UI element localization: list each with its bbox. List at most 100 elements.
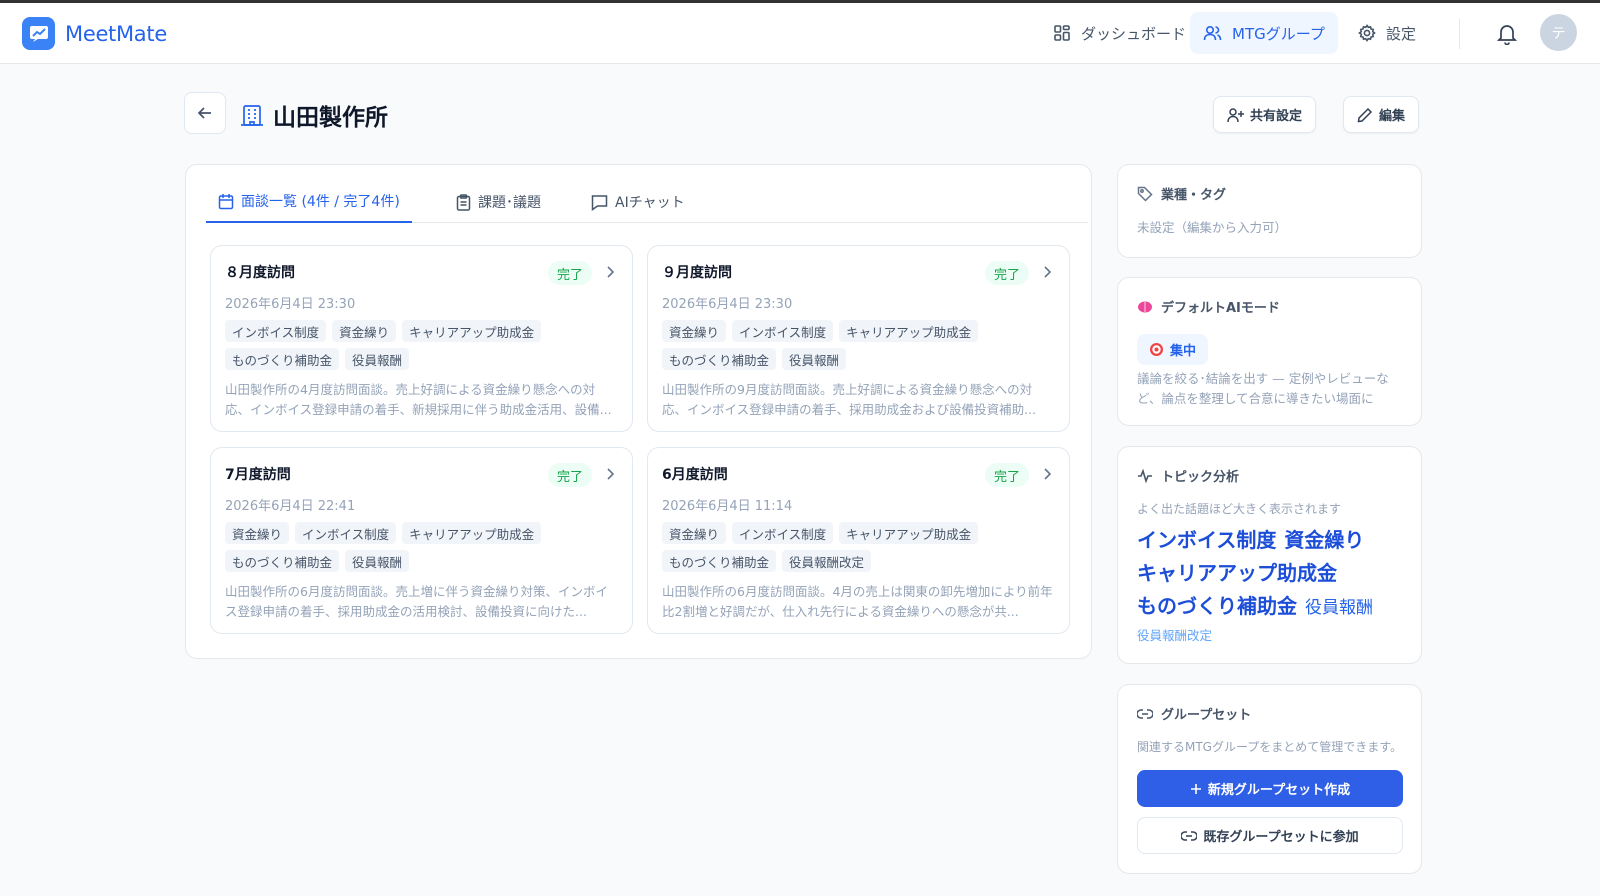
share-settings-label: 共有設定: [1250, 109, 1303, 124]
activity-icon: [1138, 468, 1152, 483]
share-settings-button[interactable]: 共有設定: [1213, 96, 1317, 133]
create-groupset-button[interactable]: 新規グループセット作成: [1137, 770, 1403, 807]
join-groupset-button[interactable]: 既存グループセットに参加: [1137, 817, 1403, 854]
topic-word[interactable]: ものづくり補助金: [1137, 590, 1297, 623]
chevron-right-icon: [1044, 266, 1052, 278]
link-icon: [1181, 830, 1198, 841]
app-header: MeetMate ダッシュボード MTGグループ 設定 テ: [0, 3, 1600, 64]
arrow-left-icon: [197, 107, 211, 119]
tab-issues-label: 課題･議題: [478, 195, 541, 211]
plus-icon: [1190, 783, 1201, 794]
topic-word[interactable]: インボイス制度: [1137, 524, 1276, 557]
meeting-date: 2026年6月4日 22:41: [225, 499, 356, 514]
meeting-title: 7月度訪問: [225, 467, 291, 483]
status-badge: 完了: [547, 261, 592, 285]
tab-issues[interactable]: 課題･議題: [444, 181, 553, 223]
meeting-summary: 山田製作所の6月度訪問面談。売上増に伴う資金繰り対策、インボイス登録申請の着手、…: [225, 584, 608, 619]
bell-icon[interactable]: [1497, 23, 1517, 45]
tag: ものづくり補助金: [662, 550, 777, 572]
tag: キャリアアップ助成金: [402, 522, 542, 544]
tab-ai-chat[interactable]: AIチャット: [579, 181, 697, 223]
tag: 役員報酬改定: [782, 550, 872, 572]
join-groupset-label: 既存グループセットに参加: [1203, 830, 1359, 845]
topic-analysis-card: トピック分析 よく出た話題ほど大きく表示されます インボイス制度 資金繰り キャリ…: [1117, 446, 1422, 664]
nav-settings[interactable]: 設定: [1345, 12, 1429, 54]
tag: 役員報酬: [345, 550, 410, 572]
meeting-card[interactable]: ９月度訪問 完了 2026年6月4日 23:30 資金繰り インボイス制度 キャ…: [647, 245, 1070, 432]
industry-empty-text: 未設定（編集から入力可）: [1137, 220, 1288, 235]
logo-icon: [22, 17, 55, 50]
topic-word[interactable]: 役員報酬: [1305, 592, 1373, 625]
tab-ai-chat-label: AIチャット: [615, 195, 685, 211]
tag: キャリアアップ助成金: [839, 320, 979, 342]
industry-heading-label: 業種・タグ: [1161, 188, 1227, 203]
topic-heading: トピック分析: [1137, 466, 1239, 485]
meeting-card[interactable]: 6月度訪問 完了 2026年6月4日 11:14 資金繰り インボイス制度 キャ…: [647, 447, 1070, 634]
ai-mode-description: 議論を絞る･結論を出す — 定例やレビューなど、論点を整理して合意に導きたい場面…: [1137, 371, 1389, 406]
ai-mode-heading: デフォルトAIモード: [1137, 297, 1280, 316]
tag: インボイス制度: [732, 522, 834, 544]
meeting-title: ９月度訪問: [662, 265, 732, 281]
tag-icon: [1137, 186, 1153, 202]
chat-icon: [591, 194, 608, 211]
industry-heading: 業種・タグ: [1137, 184, 1226, 203]
avatar[interactable]: テ: [1540, 14, 1577, 51]
tag: ものづくり補助金: [662, 348, 777, 370]
app-logo[interactable]: MeetMate: [22, 17, 167, 50]
tag: インボイス制度: [295, 522, 397, 544]
topic-heading-label: トピック分析: [1161, 470, 1240, 485]
meeting-date: 2026年6月4日 23:30: [225, 297, 356, 312]
nav-divider: [1459, 19, 1460, 49]
tag: インボイス制度: [732, 320, 834, 342]
brain-icon: [1138, 301, 1152, 312]
tag: 役員報酬: [782, 348, 847, 370]
topic-word[interactable]: キャリアアップ助成金: [1137, 557, 1337, 590]
edit-label: 編集: [1379, 109, 1406, 124]
back-button[interactable]: [184, 92, 226, 134]
nav-mtg-groups[interactable]: MTGグループ: [1190, 12, 1338, 54]
tag: キャリアアップ助成金: [402, 320, 542, 342]
tag: キャリアアップ助成金: [839, 522, 979, 544]
tag: 役員報酬: [345, 348, 410, 370]
tag-list: 資金繰り インボイス制度 キャリアアップ助成金 ものづくり補助金 役員報酬: [225, 522, 595, 572]
meeting-summary: 山田製作所の4月度訪問面談。売上好調による資金繰り懸念への対応、インボイス登録申…: [225, 382, 612, 417]
nav-dashboard-label: ダッシュボード: [1081, 24, 1187, 43]
topic-word-cloud: インボイス制度 資金繰り キャリアアップ助成金 ものづくり補助金 役員報酬 役員報酬…: [1137, 524, 1412, 647]
nav-dashboard[interactable]: ダッシュボード: [1040, 12, 1199, 54]
tag-list: インボイス制度 資金繰り キャリアアップ助成金 ものづくり補助金 役員報酬: [225, 320, 595, 370]
meeting-summary: 山田製作所の9月度訪問面談。売上好調による資金繰り懸念への対応、インボイス登録申…: [662, 382, 1037, 417]
link-icon: [1137, 708, 1153, 719]
meeting-card[interactable]: ８月度訪問 完了 2026年6月4日 23:30 インボイス制度 資金繰り キャ…: [210, 245, 633, 432]
group-set-card: グループセット 関連するMTGグループをまとめて管理できます。 新規グループセッ…: [1117, 684, 1422, 874]
tag: 資金繰り: [662, 320, 727, 342]
dashboard-icon: [1054, 25, 1070, 41]
meeting-title: ８月度訪問: [225, 265, 295, 281]
meetings-panel: 面談一覧 (4件 / 完了4件) 課題･議題 AIチャット ８月度訪問 完了 2…: [185, 164, 1092, 659]
status-badge: 完了: [984, 261, 1029, 285]
page-title: 山田製作所: [273, 105, 388, 131]
ai-mode-value: 集中: [1170, 344, 1197, 359]
users-icon: [1203, 25, 1222, 41]
tab-bar: 面談一覧 (4件 / 完了4件) 課題･議題 AIチャット: [206, 181, 1088, 223]
chevron-right-icon: [607, 468, 615, 480]
tab-meetings[interactable]: 面談一覧 (4件 / 完了4件): [206, 181, 412, 223]
tag: 資金繰り: [225, 522, 290, 544]
target-icon: [1150, 343, 1163, 356]
groupset-heading: グループセット: [1137, 704, 1251, 723]
tag: ものづくり補助金: [225, 550, 340, 572]
topic-subtitle: よく出た話題ほど大きく表示されます: [1137, 502, 1342, 516]
tag: インボイス制度: [225, 320, 327, 342]
topic-word[interactable]: 資金繰り: [1284, 524, 1364, 557]
tag: ものづくり補助金: [225, 348, 340, 370]
edit-button[interactable]: 編集: [1343, 96, 1420, 133]
app-name: MeetMate: [65, 21, 167, 46]
meeting-card[interactable]: 7月度訪問 完了 2026年6月4日 22:41 資金繰り インボイス制度 キャ…: [210, 447, 633, 634]
topic-word[interactable]: 役員報酬改定: [1137, 625, 1212, 647]
status-badge: 完了: [984, 463, 1029, 487]
meeting-summary: 山田製作所の6月度訪問面談。4月の売上は関東の卸先増加により前年比2割増と好調だ…: [662, 584, 1053, 619]
create-groupset-label: 新規グループセット作成: [1207, 783, 1351, 798]
industry-tags-card: 業種・タグ 未設定（編集から入力可）: [1117, 164, 1422, 258]
ai-mode-pill[interactable]: 集中: [1137, 334, 1209, 365]
nav-settings-label: 設定: [1386, 24, 1417, 43]
meeting-title: 6月度訪問: [662, 467, 728, 483]
